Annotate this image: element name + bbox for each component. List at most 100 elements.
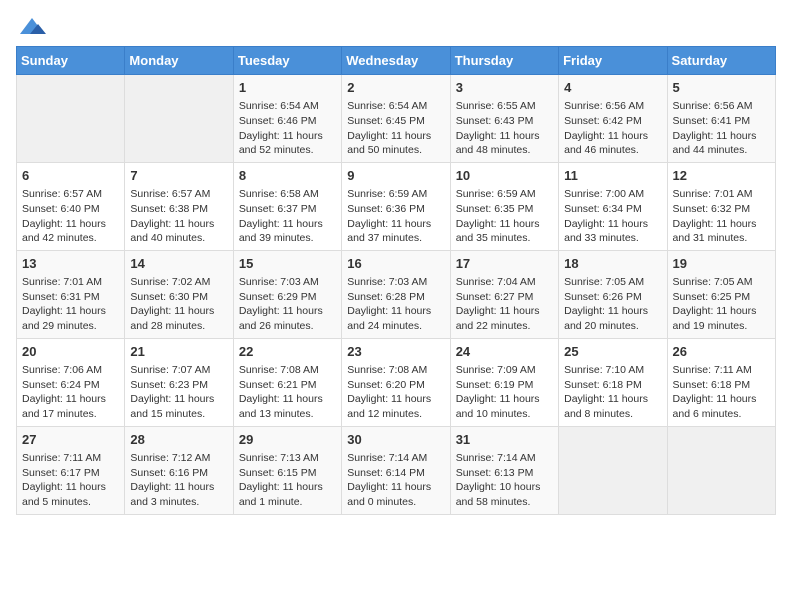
day-number: 30 xyxy=(347,431,444,449)
calendar-cell: 29Sunrise: 7:13 AMSunset: 6:15 PMDayligh… xyxy=(233,426,341,514)
cell-content: Sunrise: 7:06 AM xyxy=(22,364,102,376)
cell-content: Daylight: 11 hours and 48 minutes. xyxy=(456,130,540,157)
cell-content: Sunrise: 7:08 AM xyxy=(239,364,319,376)
cell-content: Sunset: 6:36 PM xyxy=(347,203,425,215)
cell-content: Sunset: 6:40 PM xyxy=(22,203,100,215)
cell-content: Sunset: 6:16 PM xyxy=(130,467,208,479)
calendar-cell: 10Sunrise: 6:59 AMSunset: 6:35 PMDayligh… xyxy=(450,162,558,250)
cell-content: Sunset: 6:19 PM xyxy=(456,379,534,391)
day-number: 31 xyxy=(456,431,553,449)
day-number: 3 xyxy=(456,79,553,97)
cell-content: Daylight: 11 hours and 52 minutes. xyxy=(239,130,323,157)
cell-content: Sunset: 6:34 PM xyxy=(564,203,642,215)
calendar-cell: 28Sunrise: 7:12 AMSunset: 6:16 PMDayligh… xyxy=(125,426,233,514)
calendar-cell: 27Sunrise: 7:11 AMSunset: 6:17 PMDayligh… xyxy=(17,426,125,514)
cell-content: Daylight: 11 hours and 40 minutes. xyxy=(130,218,214,245)
day-number: 23 xyxy=(347,343,444,361)
cell-content: Sunrise: 6:56 AM xyxy=(673,100,753,112)
cell-content: Daylight: 11 hours and 5 minutes. xyxy=(22,481,106,508)
day-number: 27 xyxy=(22,431,119,449)
day-number: 15 xyxy=(239,255,336,273)
day-number: 6 xyxy=(22,167,119,185)
calendar-cell: 5Sunrise: 6:56 AMSunset: 6:41 PMDaylight… xyxy=(667,75,775,163)
day-number: 20 xyxy=(22,343,119,361)
day-number: 18 xyxy=(564,255,661,273)
cell-content: Sunset: 6:32 PM xyxy=(673,203,751,215)
cell-content: Sunset: 6:14 PM xyxy=(347,467,425,479)
calendar-cell: 18Sunrise: 7:05 AMSunset: 6:26 PMDayligh… xyxy=(559,250,667,338)
cell-content: Sunset: 6:23 PM xyxy=(130,379,208,391)
cell-content: Sunrise: 7:05 AM xyxy=(673,276,753,288)
calendar-cell: 12Sunrise: 7:01 AMSunset: 6:32 PMDayligh… xyxy=(667,162,775,250)
calendar-week-row: 20 Sunrise: 7:06 AM Sunset: 6:24 PM Dayligh… xyxy=(17,338,776,426)
cell-content: Sunrise: 7:03 AM xyxy=(347,276,427,288)
calendar-week-row: 13Sunrise: 7:01 AMSunset: 6:31 PMDayligh… xyxy=(17,250,776,338)
cell-content: Daylight: 11 hours and 0 minutes. xyxy=(347,481,431,508)
cell-content: Daylight: 11 hours and 31 minutes. xyxy=(673,218,757,245)
cell-content: Sunset: 6:21 PM xyxy=(239,379,317,391)
calendar-week-row: 27Sunrise: 7:11 AMSunset: 6:17 PMDayligh… xyxy=(17,426,776,514)
cell-content: Sunrise: 7:08 AM xyxy=(347,364,427,376)
calendar-cell: 9Sunrise: 6:59 AMSunset: 6:36 PMDaylight… xyxy=(342,162,450,250)
day-of-week-header: Friday xyxy=(559,47,667,75)
calendar-cell: 2Sunrise: 6:54 AMSunset: 6:45 PMDaylight… xyxy=(342,75,450,163)
cell-content: Daylight: 11 hours and 8 minutes. xyxy=(564,393,648,420)
day-number: 17 xyxy=(456,255,553,273)
cell-content: Sunrise: 7:07 AM xyxy=(130,364,210,376)
page-header xyxy=(16,16,776,38)
day-number: 11 xyxy=(564,167,661,185)
cell-content: Sunrise: 7:05 AM xyxy=(564,276,644,288)
calendar-cell xyxy=(125,75,233,163)
day-number: 26 xyxy=(673,343,770,361)
calendar-cell: 13Sunrise: 7:01 AMSunset: 6:31 PMDayligh… xyxy=(17,250,125,338)
cell-content: Daylight: 11 hours and 29 minutes. xyxy=(22,305,106,332)
calendar-cell: 14Sunrise: 7:02 AMSunset: 6:30 PMDayligh… xyxy=(125,250,233,338)
cell-content: Daylight: 11 hours and 42 minutes. xyxy=(22,218,106,245)
cell-content: Daylight: 11 hours and 22 minutes. xyxy=(456,305,540,332)
calendar-table: SundayMondayTuesdayWednesdayThursdayFrid… xyxy=(16,46,776,515)
day-number: 1 xyxy=(239,79,336,97)
cell-content: Sunset: 6:24 PM xyxy=(22,379,100,391)
cell-content: Daylight: 11 hours and 13 minutes. xyxy=(239,393,323,420)
cell-content: Daylight: 11 hours and 33 minutes. xyxy=(564,218,648,245)
calendar-header-row: SundayMondayTuesdayWednesdayThursdayFrid… xyxy=(17,47,776,75)
cell-content: Sunset: 6:41 PM xyxy=(673,115,751,127)
cell-content: Sunrise: 7:11 AM xyxy=(673,364,752,376)
cell-content: Sunrise: 6:56 AM xyxy=(564,100,644,112)
calendar-cell: 7Sunrise: 6:57 AMSunset: 6:38 PMDaylight… xyxy=(125,162,233,250)
calendar-cell: 1Sunrise: 6:54 AMSunset: 6:46 PMDaylight… xyxy=(233,75,341,163)
cell-content: Sunset: 6:15 PM xyxy=(239,467,317,479)
cell-content: Sunset: 6:46 PM xyxy=(239,115,317,127)
cell-content: Daylight: 11 hours and 28 minutes. xyxy=(130,305,214,332)
cell-content: Daylight: 11 hours and 12 minutes. xyxy=(347,393,431,420)
cell-content: Sunset: 6:31 PM xyxy=(22,291,100,303)
cell-content: Daylight: 10 hours and 58 minutes. xyxy=(456,481,541,508)
cell-content: Daylight: 11 hours and 37 minutes. xyxy=(347,218,431,245)
cell-content: Daylight: 11 hours and 35 minutes. xyxy=(456,218,540,245)
cell-content: Daylight: 11 hours and 26 minutes. xyxy=(239,305,323,332)
cell-content: Sunset: 6:13 PM xyxy=(456,467,534,479)
cell-content: Sunset: 6:17 PM xyxy=(22,467,100,479)
cell-content: Sunrise: 6:58 AM xyxy=(239,188,319,200)
day-number: 19 xyxy=(673,255,770,273)
day-number: 22 xyxy=(239,343,336,361)
cell-content: Sunrise: 7:14 AM xyxy=(456,452,536,464)
cell-content: Sunset: 6:30 PM xyxy=(130,291,208,303)
calendar-cell: 6 Sunrise: 6:57 AM Sunset: 6:40 PM Daylight… xyxy=(17,162,125,250)
day-number: 24 xyxy=(456,343,553,361)
calendar-cell: 25Sunrise: 7:10 AMSunset: 6:18 PMDayligh… xyxy=(559,338,667,426)
cell-content: Sunrise: 7:00 AM xyxy=(564,188,644,200)
cell-content: Sunset: 6:27 PM xyxy=(456,291,534,303)
calendar-cell: 8Sunrise: 6:58 AMSunset: 6:37 PMDaylight… xyxy=(233,162,341,250)
day-number: 7 xyxy=(130,167,227,185)
cell-content: Sunrise: 6:55 AM xyxy=(456,100,536,112)
cell-content: Sunset: 6:35 PM xyxy=(456,203,534,215)
calendar-cell xyxy=(559,426,667,514)
cell-content: Sunrise: 6:57 AM xyxy=(22,188,102,200)
calendar-cell: 16Sunrise: 7:03 AMSunset: 6:28 PMDayligh… xyxy=(342,250,450,338)
day-of-week-header: Tuesday xyxy=(233,47,341,75)
day-number: 13 xyxy=(22,255,119,273)
cell-content: Sunset: 6:25 PM xyxy=(673,291,751,303)
cell-content: Sunrise: 6:59 AM xyxy=(456,188,536,200)
cell-content: Sunset: 6:28 PM xyxy=(347,291,425,303)
